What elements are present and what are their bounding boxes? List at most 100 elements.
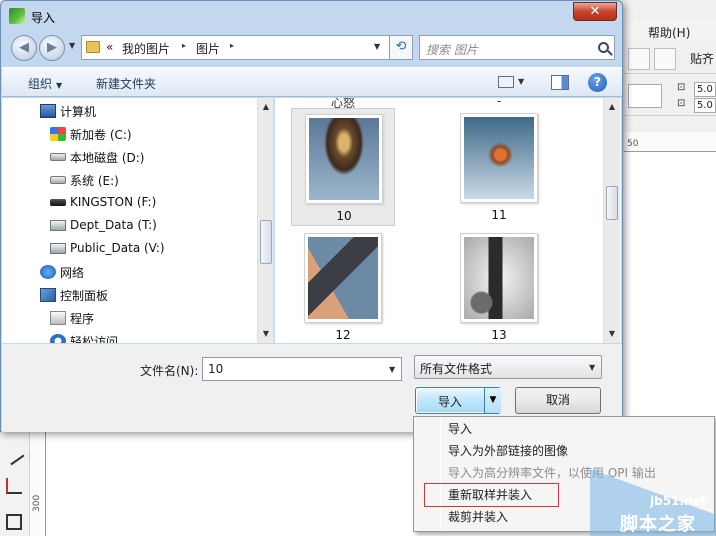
offset-y-field[interactable]: 5.0 [694,98,716,113]
view-mode-dropdown[interactable]: ▼ [518,77,524,86]
ruler-number: 300 [32,494,42,512]
nav-item-drive-t[interactable]: Dept_Data (T:) [2,215,257,237]
close-button[interactable]: ✕ [573,2,617,21]
nav-item-label: 新加卷 (C:) [70,128,132,142]
filename-dropdown-icon[interactable]: ▼ [389,365,395,374]
toolbar-button[interactable] [628,48,650,70]
import-dialog: 导入 ✕ ◀ ▶ ▼ « 我的图片 ▸ 图片 ▸ ▼ ⟲ 搜索 图片 组织 ▼ 新… [0,0,623,432]
scroll-up-arrow[interactable]: ▲ [604,100,620,114]
search-box[interactable]: 搜索 图片 [419,35,615,60]
search-icon[interactable] [598,42,609,53]
file-list-scrollbar[interactable]: ▲ ▼ [603,98,620,343]
thumbnail-image [464,237,534,319]
help-icon[interactable]: ? [588,73,607,92]
address-bar[interactable]: « 我的图片 ▸ 图片 ▸ ▼ [81,35,391,60]
computer-icon [40,104,56,118]
windows-drive-icon [50,127,66,141]
programs-icon [50,311,66,325]
scroll-down-arrow[interactable]: ▼ [258,327,273,341]
nav-item-programs[interactable]: 程序 [2,307,257,329]
organize-label: 组织 [28,77,53,91]
nav-item-network[interactable]: 网络 [2,261,257,283]
recent-pages-dropdown[interactable]: ▼ [69,41,75,50]
organize-button[interactable]: 组织 ▼ [28,75,62,92]
drive-icon [50,153,66,161]
new-folder-button[interactable]: 新建文件夹 [96,75,156,92]
usb-drive-icon [50,199,66,206]
navigation-pane: 计算机 新加卷 (C:) 本地磁盘 (D:) 系统 (E:) KINGSTON … [2,98,274,343]
back-button[interactable]: ◀ [11,35,37,61]
refresh-button[interactable]: ⟲ [389,35,413,60]
import-button[interactable]: 导入 [416,393,484,410]
file-item-12[interactable]: 12 [291,228,395,343]
dialog-titlebar[interactable]: 导入 ✕ [1,1,622,31]
file-list: 心怒 - 10 11 12 13 ▲ ▼ [275,98,621,343]
scroll-up-arrow[interactable]: ▲ [258,100,273,114]
nav-item-label: Dept_Data (T:) [70,218,157,232]
nav-item-drive-c[interactable]: 新加卷 (C:) [2,123,257,145]
menu-item-import[interactable]: 导入 [448,418,708,440]
file-name: 10 [336,209,352,223]
thumbnail-image [464,117,534,199]
address-separator[interactable]: ▸ [182,41,186,50]
import-split-button: 导入 ▼ [415,387,501,414]
nav-item-ease-of-access[interactable]: 轻松访问 [2,330,257,343]
nav-pane-scrollbar[interactable]: ▲ ▼ [257,98,273,343]
scroll-thumb[interactable] [260,220,272,264]
watermark-name: 脚本之家 [620,514,696,535]
nav-item-drive-v[interactable]: Public_Data (V:) [2,238,257,260]
nav-item-label: 计算机 [60,105,97,119]
nav-item-label: 网络 [60,266,85,280]
nav-item-control-panel[interactable]: 控制面板 [2,284,257,306]
view-mode-icon[interactable] [498,76,514,88]
network-drive-icon [50,243,66,254]
file-item-10[interactable]: 10 [291,108,395,226]
chevron-down-icon: ▼ [56,81,63,90]
vertical-ruler [30,432,46,536]
annotation-highlight-box [424,483,559,507]
file-item-11[interactable]: 11 [447,108,551,226]
nav-item-drive-f[interactable]: KINGSTON (F:) [2,192,257,214]
watermark-url: jb51.net [650,494,707,508]
nav-item-drive-d[interactable]: 本地磁盘 (D:) [2,146,257,168]
file-name: 13 [491,328,507,342]
filename-input[interactable]: 10 ▼ [202,357,402,381]
menu-item-import-linked[interactable]: 导入为外部链接的图像 [448,440,708,462]
offset-x-field[interactable]: 5.0 [694,82,716,97]
command-bar: 组织 ▼ 新建文件夹 ▼ ? [2,67,622,97]
toolbox [0,432,30,536]
import-options-dropdown[interactable]: ▼ [484,388,501,413]
dialog-title: 导入 [31,11,56,25]
address-dropdown[interactable]: ▼ [374,42,380,51]
filetype-select[interactable]: 所有文件格式 ▼ [414,355,602,379]
address-separator[interactable]: ▸ [230,41,234,50]
scroll-thumb[interactable] [606,186,618,220]
menu-help[interactable]: 帮助(H) [648,24,690,41]
address-segment-my-pictures[interactable]: 我的图片 [122,40,170,57]
nav-item-computer[interactable]: 计算机 [2,100,257,122]
offset-x-icon: ⊡ [677,82,686,93]
property-combo[interactable] [628,84,662,108]
network-icon [40,265,56,279]
nav-item-label: 本地磁盘 (D:) [70,151,145,165]
nav-item-label: 系统 (E:) [70,174,119,188]
address-segment-pictures[interactable]: 图片 [196,40,220,57]
ruler-number: 50 [627,139,639,149]
cancel-button[interactable]: 取消 [515,387,601,414]
scroll-down-arrow[interactable]: ▼ [604,327,620,341]
frame-tool-icon[interactable] [6,514,22,530]
address-overflow[interactable]: « [106,40,113,54]
forward-button[interactable]: ▶ [39,35,65,61]
nav-item-drive-e[interactable]: 系统 (E:) [2,169,257,191]
app-icon [9,8,25,24]
file-item-13[interactable]: 13 [447,228,551,343]
filename-value: 10 [208,362,224,376]
thumbnail-frame [305,114,383,204]
preview-pane-icon[interactable] [551,75,569,90]
connector-tool-icon[interactable] [6,478,22,494]
snap-label[interactable]: 贴齐 [690,50,714,67]
line-tool-icon[interactable] [3,444,25,466]
snap-grid-icon[interactable] [654,48,676,70]
thumbnail-image [309,118,379,200]
chevron-down-icon: ▼ [589,363,596,372]
